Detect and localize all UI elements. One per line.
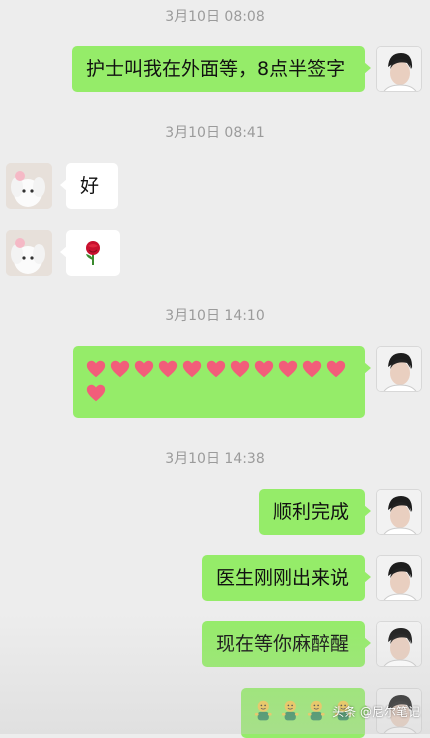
message-text: 好 xyxy=(80,175,100,197)
timestamp: 3月10日 08:08 xyxy=(165,9,265,25)
watermark: 头条 @尼尔笔记 xyxy=(332,705,420,719)
person-photo-icon xyxy=(377,556,421,600)
my-avatar[interactable] xyxy=(376,489,422,535)
message-bubble-outgoing[interactable] xyxy=(73,346,371,418)
timestamp: 3月10日 14:10 xyxy=(165,308,265,324)
message-bubble-outgoing[interactable]: 护士叫我在外面等，8点半签字 xyxy=(72,46,371,92)
message-text: 现在等你麻醉醒 xyxy=(216,633,350,655)
heart-icon xyxy=(278,360,298,377)
heart-icon xyxy=(230,360,250,377)
heart-icon xyxy=(86,384,106,401)
my-avatar[interactable] xyxy=(376,621,422,667)
my-avatar[interactable] xyxy=(376,555,422,601)
message-bubble-outgoing[interactable]: 顺利完成 xyxy=(259,489,371,535)
my-avatar[interactable] xyxy=(376,46,422,92)
doll-emoji-icon xyxy=(254,700,272,721)
heart-icon xyxy=(134,360,154,377)
person-photo-icon xyxy=(377,622,421,666)
plush-dog-icon xyxy=(6,230,52,276)
heart-icon xyxy=(326,360,346,377)
plush-dog-icon xyxy=(6,163,52,209)
contact-avatar[interactable] xyxy=(6,163,52,209)
heart-icon xyxy=(182,360,202,377)
message-text: 顺利完成 xyxy=(273,501,350,523)
message-text: 护士叫我在外面等，8点半签字 xyxy=(86,58,346,80)
message-bubble-outgoing[interactable]: 现在等你麻醉醒 xyxy=(202,621,371,667)
heart-icon xyxy=(110,360,130,377)
person-photo-icon xyxy=(377,490,421,534)
message-bubble-incoming[interactable] xyxy=(60,230,120,276)
heart-icon xyxy=(206,360,226,377)
doll-emoji-icon xyxy=(281,700,299,721)
heart-icon xyxy=(254,360,274,377)
my-avatar[interactable] xyxy=(376,346,422,392)
person-photo-icon xyxy=(377,47,421,91)
heart-icon xyxy=(86,360,106,377)
message-bubble-incoming[interactable]: 好 xyxy=(60,163,118,209)
doll-emoji-icon xyxy=(307,700,325,721)
person-photo-icon xyxy=(377,347,421,391)
message-bubble-outgoing[interactable]: 医生刚刚出来说 xyxy=(202,555,371,601)
message-text: 医生刚刚出来说 xyxy=(216,567,350,589)
heart-icon xyxy=(302,360,322,377)
rose-icon xyxy=(86,241,100,265)
contact-avatar[interactable] xyxy=(6,230,52,276)
heart-icon xyxy=(158,360,178,377)
timestamp: 3月10日 14:38 xyxy=(165,451,265,467)
timestamp: 3月10日 08:41 xyxy=(165,125,265,141)
